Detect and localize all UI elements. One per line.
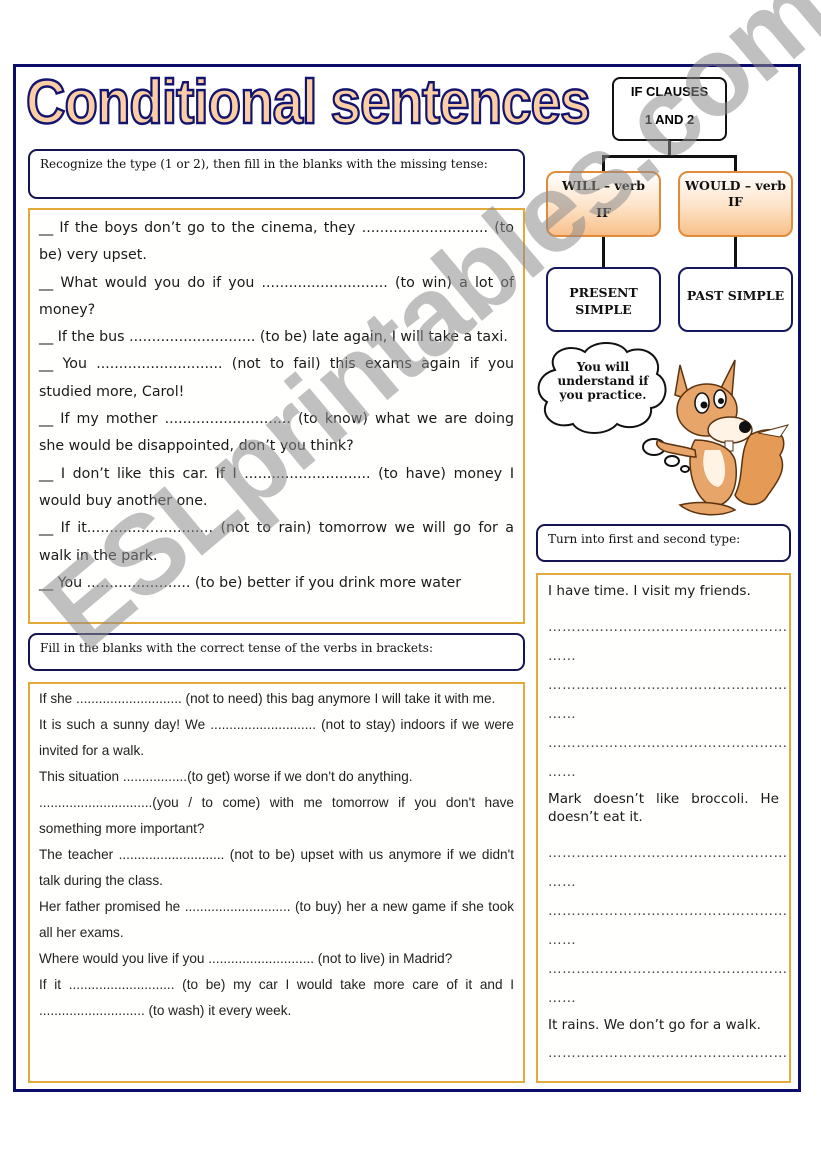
diagram-root-line1: IF CLAUSES (630, 84, 709, 99)
answer-line[interactable]: …………………………………………… (548, 897, 787, 926)
exercise2-panel: If she ............................ (not… (28, 682, 525, 1083)
exercise1-item[interactable]: __ If it............................ (no… (39, 515, 514, 570)
exercise1-item[interactable]: __ If the boys don’t go to the cinema, t… (39, 215, 514, 270)
exercise2-item[interactable]: If it ............................ (to b… (39, 972, 514, 1024)
diagram-connector (602, 155, 737, 158)
diagram-type2-line1: WOULD – verb (685, 178, 786, 193)
exercise1-item[interactable]: __ What would you do if you ............… (39, 270, 514, 325)
exercise2-item[interactable]: Where would you live if you ............… (39, 946, 514, 972)
answer-line[interactable]: …………………………………………… (548, 613, 787, 642)
diagram-connector (734, 155, 737, 172)
diagram-type2-box: WOULD – verb IF (678, 171, 793, 237)
answer-line[interactable]: …………………………………………… (548, 839, 787, 868)
diagram-type1-tense-box: PRESENT SIMPLE (546, 267, 661, 332)
answer-line[interactable]: …………………………………………… (548, 671, 787, 700)
answer-line-tail[interactable]: …… (548, 926, 779, 955)
answer-line-tail[interactable]: …… (548, 984, 779, 1013)
exercise1-item[interactable]: __ You ............................ (not… (39, 351, 514, 406)
diagram-type2-tense: PAST SIMPLE (686, 288, 785, 303)
exercise1-item[interactable]: __ You ....................... (to be) b… (39, 570, 514, 597)
exercise1-item[interactable]: __ If the bus ..........................… (39, 324, 514, 351)
diagram-type1-line1: WILL – verb (562, 178, 645, 193)
exercise3-sentence: Mark doesn’t like broccoli. He doesn’t e… (548, 791, 779, 825)
answer-line-tail[interactable]: …… (548, 758, 779, 787)
speech-bubble-text: You will understand if you practice. (557, 360, 649, 402)
diagram-root-box: IF CLAUSES 1 AND 2 (612, 77, 727, 141)
exercise3-sentence: I have time. I visit my friends. (548, 583, 751, 599)
diagram-type2-line2: IF (728, 194, 743, 209)
exercise2-item[interactable]: This situation .................(to get)… (39, 764, 514, 790)
exercise1-instruction: Recognize the type (1 or 2), then fill i… (28, 149, 525, 199)
answer-line[interactable]: …………………………………………… (548, 1039, 787, 1068)
diagram-connector (734, 237, 737, 268)
exercise2-instruction: Fill in the blanks with the correct tens… (28, 633, 525, 671)
exercise3-panel: I have time. I visit my friends. …………………… (536, 573, 791, 1083)
diagram-connector (602, 237, 605, 268)
exercise3-instruction: Turn into first and second type: (536, 524, 791, 562)
exercise2-item[interactable]: It is such a sunny day! We .............… (39, 712, 514, 764)
page-title: Conditional sentences (25, 68, 592, 137)
exercise1-panel: __ If the boys don’t go to the cinema, t… (28, 208, 525, 624)
answer-line[interactable]: …………………………………………… (548, 955, 787, 984)
answer-line-tail[interactable]: …… (548, 868, 779, 897)
diagram-root-line2: 1 AND 2 (644, 112, 695, 127)
squirrel-illustration (642, 359, 790, 516)
exercise2-item[interactable]: Her father promised he .................… (39, 894, 514, 946)
exercise1-item[interactable]: __ If my mother ........................… (39, 406, 514, 461)
exercise2-item[interactable]: The teacher ............................… (39, 842, 514, 894)
diagram-type1-box: WILL – verb IF (546, 171, 661, 237)
exercise1-item[interactable]: __ I don’t like this car. If I .........… (39, 461, 514, 516)
diagram-type1-tense: PRESENT SIMPLE (569, 285, 638, 317)
diagram-type1-line2: IF (596, 205, 611, 220)
diagram-connector (602, 155, 605, 172)
answer-line[interactable]: …………………………………………… (548, 729, 787, 758)
diagram-type2-tense-box: PAST SIMPLE (678, 267, 793, 332)
exercise2-item[interactable]: If she ............................ (not… (39, 686, 514, 712)
exercise3-sentence: It rains. We don’t go for a walk. (548, 1017, 761, 1033)
exercise2-item[interactable]: ..............................(you / to … (39, 790, 514, 842)
answer-line-tail[interactable]: …… (548, 642, 779, 671)
answer-line-tail[interactable]: …… (548, 700, 779, 729)
